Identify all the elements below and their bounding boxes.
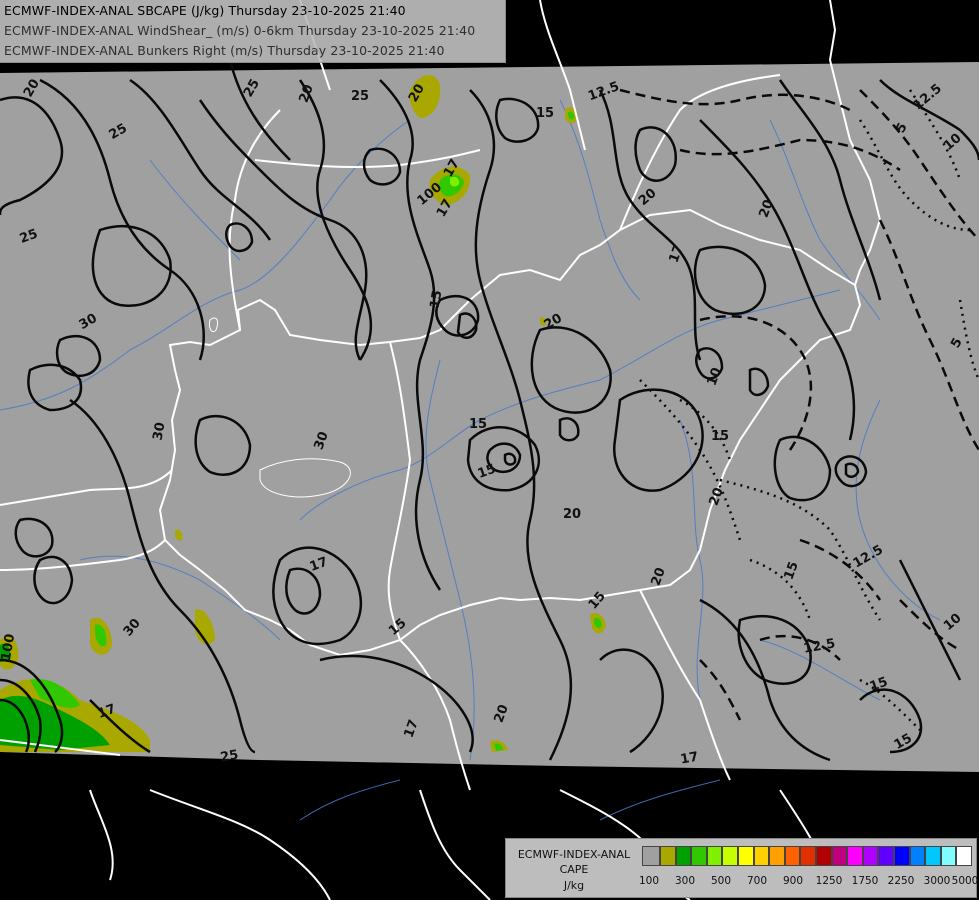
contour-label: 20 <box>563 507 581 522</box>
legend-tick: 5000 <box>951 875 979 887</box>
map-canvas: 20 25 202525201512.5 12.5510251001717 20 2017… <box>0 0 979 900</box>
weather-map-view: 20 25 20 25 25 20 15 12.5 12.5 5 10 25 100 17 17 20 20 17… <box>0 0 979 900</box>
legend-swatch <box>940 846 957 866</box>
legend-swatch <box>660 846 676 866</box>
legend-tick: 2250 <box>887 875 915 887</box>
legend-swatch <box>831 846 848 866</box>
legend-tick: 500 <box>710 875 732 887</box>
legend-swatch <box>706 846 723 866</box>
contour-label: 30 <box>151 421 169 441</box>
legend-ticks: 100 300 500 700 900 1250 1750 2250 3000 … <box>638 875 978 889</box>
legend-swatch <box>847 846 863 866</box>
legend-swatch <box>691 846 707 866</box>
legend-swatch <box>878 846 894 866</box>
legend-swatch <box>784 846 801 866</box>
legend-swatch <box>642 846 660 866</box>
contour-label: 15 <box>469 417 487 432</box>
legend-tick: 1250 <box>815 875 843 887</box>
legend-title-param: CAPE <box>559 863 589 876</box>
legend-swatch <box>862 846 879 866</box>
legend-swatch <box>925 846 941 866</box>
legend-title-model: ECMWF-INDEX-ANAL <box>517 848 631 861</box>
legend-swatch <box>769 846 785 866</box>
contour-label: 25 <box>219 748 239 766</box>
legend-swatches <box>642 846 972 866</box>
title-sbcape: ECMWF-INDEX-ANAL SBCAPE (J/kg) Thursday … <box>4 3 406 18</box>
legend-tick: 1750 <box>851 875 879 887</box>
contour-label: 15 <box>428 289 446 309</box>
legend-swatch <box>815 846 832 866</box>
contour-label: 17 <box>679 750 699 768</box>
legend-tick: 3000 <box>923 875 951 887</box>
title-bunkers: ECMWF-INDEX-ANAL Bunkers Right (m/s) Thu… <box>4 43 445 58</box>
contour-label: 15 <box>711 429 729 444</box>
legend-title-unit: J/kg <box>563 879 585 892</box>
legend-tick: 300 <box>674 875 696 887</box>
contour-label: 15 <box>536 106 554 121</box>
legend-swatch <box>675 846 692 866</box>
title-windshear: ECMWF-INDEX-ANAL WindShear_ (m/s) 0-6km … <box>4 23 476 38</box>
contour-label: 25 <box>351 89 369 104</box>
legend-swatch <box>753 846 770 866</box>
legend-swatch <box>909 846 926 866</box>
legend-swatch <box>722 846 738 866</box>
legend-swatch <box>737 846 754 866</box>
legend-tick: 700 <box>746 875 768 887</box>
title-box: ECMWF-INDEX-ANAL SBCAPE (J/kg) Thursday … <box>0 0 506 63</box>
legend-tick: 900 <box>782 875 804 887</box>
legend-swatch <box>956 846 972 866</box>
legend-tick: 100 <box>638 875 660 887</box>
legend-swatch <box>800 846 816 866</box>
cape-legend: ECMWF-INDEX-ANAL CAPE J/kg 100 300 500 7… <box>505 838 978 898</box>
legend-swatch <box>893 846 910 866</box>
